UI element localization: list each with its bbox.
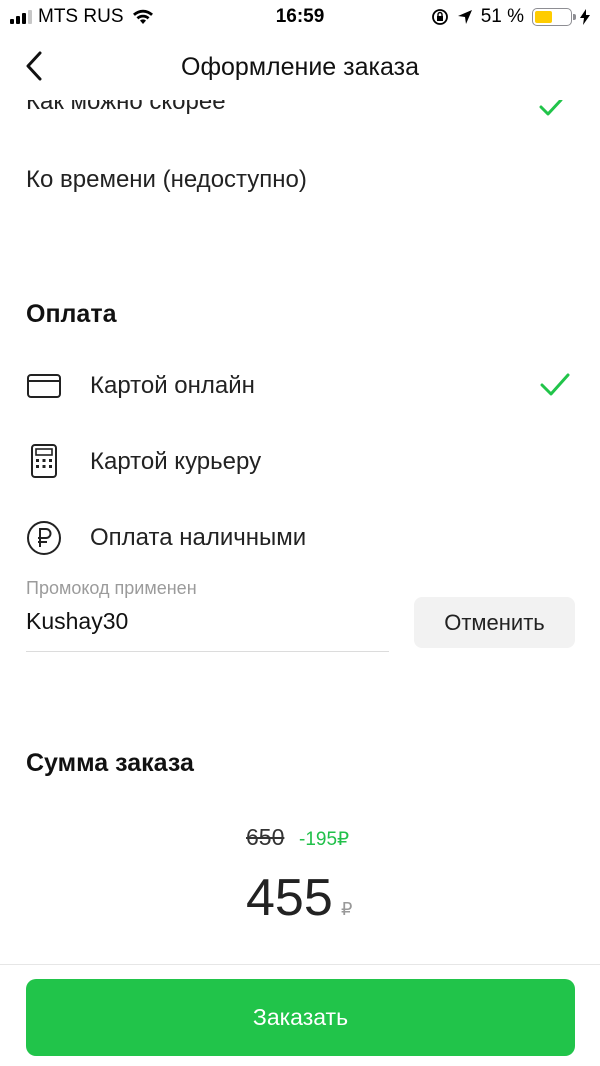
payment-section-title: Оплата: [26, 300, 117, 328]
cancel-promo-button[interactable]: Отменить: [414, 597, 575, 648]
promo-underline: [26, 651, 389, 652]
bottom-divider: [0, 964, 600, 965]
payment-option-label: Картой курьеру: [90, 448, 262, 475]
discount-amount: -195₽: [299, 829, 350, 850]
delivery-option-scheduled[interactable]: Ко времени (недоступно): [26, 166, 307, 194]
order-summary-title: Сумма заказа: [26, 749, 194, 777]
credit-card-icon: [27, 374, 61, 398]
checkmark-icon: [540, 373, 570, 396]
orientation-lock-icon: [431, 9, 448, 25]
nav-header: Оформление заказа: [0, 36, 600, 100]
checkmark-icon: [539, 98, 563, 116]
battery-percent: 51 %: [480, 6, 524, 27]
payment-option-label: Оплата наличными: [90, 524, 307, 551]
ruble-coin-icon: [27, 521, 61, 555]
page-title: Оформление заказа: [181, 53, 419, 81]
card-terminal-icon: [31, 444, 57, 478]
payment-option-cash[interactable]: Оплата наличными: [0, 508, 600, 568]
total-currency: ₽: [341, 899, 353, 919]
payment-option-card-online[interactable]: Картой онлайн: [0, 356, 600, 416]
place-order-button[interactable]: Заказать: [26, 979, 575, 1056]
promo-caption: Промокод применен: [26, 578, 197, 598]
old-price: 650: [246, 824, 285, 850]
charging-bolt-icon: [580, 9, 590, 25]
payment-option-card-courier[interactable]: Картой курьеру: [0, 432, 600, 492]
battery-icon: [532, 8, 576, 26]
promo-code-input[interactable]: Kushay30: [26, 608, 128, 635]
total-price: 455: [246, 869, 333, 927]
payment-option-label: Картой онлайн: [90, 372, 255, 399]
status-bar: MTS RUS 16:59 51 %: [0, 0, 600, 36]
status-right: 51 %: [431, 6, 590, 28]
location-arrow-icon: [457, 10, 472, 24]
